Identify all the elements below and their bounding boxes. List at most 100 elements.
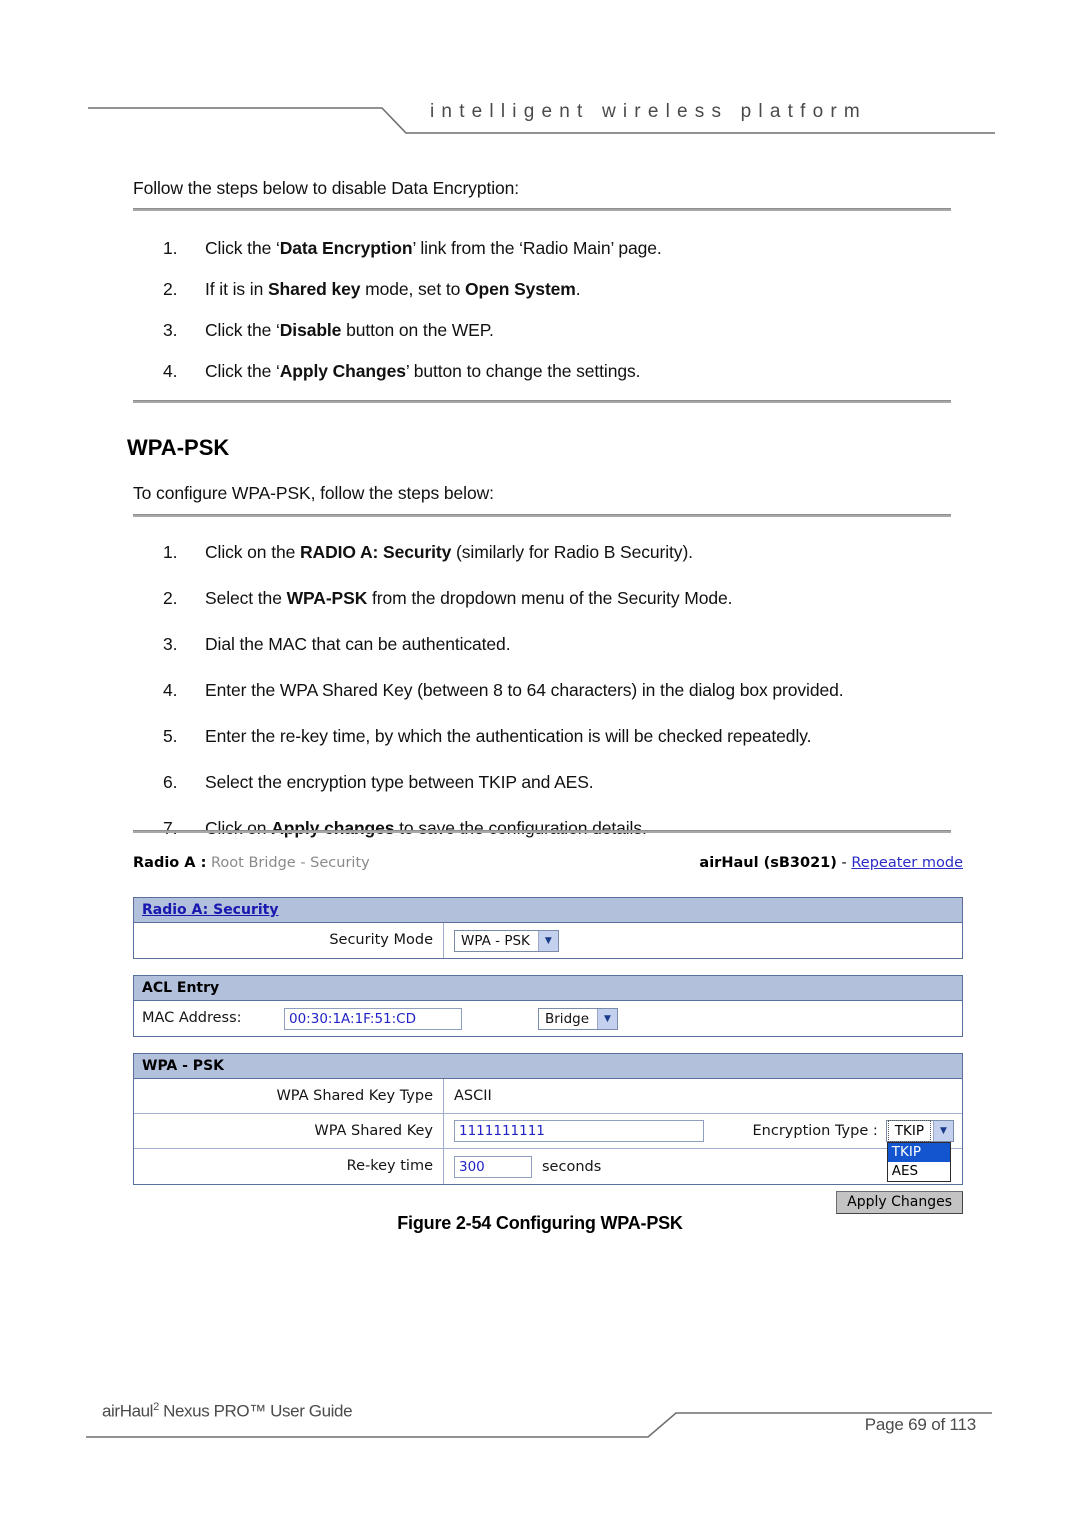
label-wpa-shared-key: WPA Shared Key (134, 1114, 444, 1148)
list-item-number: 1. (163, 238, 178, 258)
row-mac-address: MAC Address: Bridge ▼ (134, 1001, 962, 1036)
page-header: intelligent wireless platform (0, 0, 1080, 150)
list-item-number: 6. (163, 772, 178, 792)
encryption-type-select[interactable]: TKIP ▼ (885, 1120, 954, 1142)
row-wpa-shared-key-type: WPA Shared Key Type ASCII (134, 1079, 962, 1114)
list-item-number: 2. (163, 279, 178, 299)
acl-type-select[interactable]: Bridge ▼ (538, 1007, 619, 1030)
list-item-text: Dial the MAC that can be authenticated. (205, 634, 511, 654)
row-rekey-time: Re-key time seconds (134, 1149, 962, 1184)
list-item: 1. Click on the RADIO A: Security (simila… (163, 542, 843, 563)
wpa-shared-key-input[interactable] (454, 1120, 704, 1142)
wpa-shared-key-type-value: ASCII (454, 1088, 492, 1104)
list-item-number: 7. (163, 818, 178, 838)
section-heading-wpa-psk: WPA-PSK (127, 435, 230, 460)
list-item: 6. Select the encryption type between TKI… (163, 772, 843, 793)
repeater-mode-link[interactable]: Repeater mode (851, 855, 963, 871)
apply-changes-button[interactable]: Apply Changes (836, 1191, 963, 1214)
footer-page-number: Page 69 of 113 (864, 1415, 976, 1434)
divider-1 (133, 208, 951, 211)
apply-button-row: Apply Changes (133, 1191, 963, 1214)
panel-header-wpa-psk: WPA - PSK (134, 1054, 962, 1079)
list-item: 5. Enter the re-key time, by which the au… (163, 726, 843, 747)
list-item: 2. If it is in Shared key mode, set to Op… (163, 279, 662, 300)
steps-configure-wpa-psk: 1. Click on the RADIO A: Security (simila… (163, 542, 844, 864)
section-intro-paragraph: To configure WPA-PSK, follow the steps b… (133, 483, 494, 503)
device-separator: - (836, 855, 852, 871)
field-security-mode: WPA - PSK ▼ (444, 923, 962, 958)
label-mac-address: MAC Address: (142, 1010, 242, 1026)
radio-a-security-link[interactable]: Radio A: Security (142, 902, 278, 918)
list-item: 4. Enter the WPA Shared Key (between 8 to… (163, 680, 844, 701)
breadcrumb-path: Root Bridge - Security (206, 855, 370, 871)
page-footer: airHaul2 Nexus PRO™ User Guide Page 69 o… (0, 1380, 1080, 1470)
list-item-text: Enter the WPA Shared Key (between 8 to 6… (205, 680, 844, 700)
field-mac-address: Bridge ▼ (274, 1001, 962, 1036)
row-security-mode: Security Mode WPA - PSK ▼ (134, 923, 962, 958)
list-item: 7. Click on Apply changes to save the con… (163, 818, 843, 839)
label-rekey-time: Re-key time (134, 1149, 444, 1184)
panel-radio-a-security: Radio A: Security Security Mode WPA - PS… (133, 897, 963, 959)
divider-3 (133, 514, 951, 517)
figure-caption: Figure 2-54 Configuring WPA-PSK (397, 1213, 683, 1233)
list-item-number: 4. (163, 680, 178, 700)
list-item-number: 3. (163, 320, 178, 340)
list-item: 4. Click the ‘Apply Changes’ button to ch… (163, 361, 662, 382)
encryption-type-dropdown-list[interactable]: TKIP AES (886, 1142, 951, 1182)
list-item-text: Click the ‘Disable button on the WEP. (205, 320, 494, 340)
encryption-type-value: TKIP (887, 1120, 931, 1142)
router-titlebar: Radio A : Root Bridge - Security airHaul… (133, 855, 963, 881)
list-item: 3. Dial the MAC that can be authenticated… (163, 634, 843, 655)
panel-wpa-psk: WPA - PSK WPA Shared Key Type ASCII WPA … (133, 1053, 963, 1185)
list-item: 3. Click the ‘Disable button on the WEP. (163, 320, 662, 341)
row-wpa-shared-key: WPA Shared Key Encryption Type : TKIP ▼ … (134, 1114, 962, 1182)
list-item-text: Select the encryption type between TKIP … (205, 772, 594, 792)
label-wpa-shared-key-type: WPA Shared Key Type (134, 1079, 444, 1113)
divider-2 (133, 400, 951, 403)
field-wpa-shared-key: Encryption Type : TKIP ▼ TKIPAES (444, 1114, 962, 1182)
field-wpa-shared-key-type: ASCII (444, 1079, 962, 1113)
footer-product-pre: airHaul (102, 1401, 154, 1421)
rekey-time-unit: seconds (542, 1158, 602, 1175)
device-model-label: airHaul (sB3021) (699, 855, 837, 871)
panel-acl-entry: ACL Entry MAC Address: Bridge ▼ (133, 975, 963, 1037)
chevron-down-icon: ▼ (597, 1008, 618, 1029)
footer-product-name: airHaul2 Nexus PRO™ User Guide (102, 1401, 353, 1422)
divider-4 (133, 830, 951, 833)
list-item-text: Enter the re-key time, by which the auth… (205, 726, 812, 746)
router-config-screenshot: Radio A : Root Bridge - Security airHaul… (133, 855, 963, 1214)
list-item-number: 2. (163, 588, 178, 608)
field-rekey-time: seconds (444, 1149, 962, 1184)
router-device-info: airHaul (sB3021) - Repeater mode (699, 855, 963, 871)
list-item: 1. Click the ‘Data Encryption’ link from … (163, 238, 662, 259)
list-item-text: Select the WPA-PSK from the dropdown men… (205, 588, 733, 608)
header-tagline: intelligent wireless platform (430, 101, 867, 122)
chevron-down-icon: ▼ (933, 1121, 953, 1141)
dropdown-option[interactable]: TKIP (887, 1143, 950, 1162)
steps-disable-encryption: 1. Click the ‘Data Encryption’ link from … (163, 238, 662, 402)
label-encryption-type: Encryption Type : (752, 1123, 878, 1139)
wpa-psk-title: WPA - PSK (142, 1058, 225, 1074)
label-security-mode: Security Mode (134, 923, 444, 958)
mac-address-input[interactable] (284, 1007, 462, 1030)
list-item: 2. Select the WPA-PSK from the dropdown m… (163, 588, 843, 609)
list-item-number: 3. (163, 634, 178, 654)
panel-header-radio-a-security: Radio A: Security (134, 898, 962, 923)
list-item-number: 5. (163, 726, 178, 746)
rekey-time-input[interactable] (454, 1155, 532, 1178)
list-item-text: Click on the RADIO A: Security (similarl… (205, 542, 693, 562)
router-breadcrumb: Radio A : Root Bridge - Security (133, 855, 370, 871)
footer-product-post: Nexus PRO™ User Guide (158, 1401, 353, 1421)
security-mode-select[interactable]: WPA - PSK ▼ (454, 929, 559, 952)
security-mode-value: WPA - PSK (461, 932, 530, 949)
list-item-text: Click on Apply changes to save the confi… (205, 818, 647, 838)
panel-header-acl-entry: ACL Entry (134, 976, 962, 1001)
list-item-number: 4. (163, 361, 178, 381)
list-item-text: Click the ‘Apply Changes’ button to chan… (205, 361, 641, 381)
dropdown-option[interactable]: AES (888, 1162, 950, 1181)
list-item-text: If it is in Shared key mode, set to Open… (205, 279, 581, 299)
acl-type-value: Bridge (545, 1010, 590, 1027)
encryption-type-select-box: TKIP ▼ TKIP AES (885, 1120, 954, 1182)
intro-paragraph: Follow the steps below to disable Data E… (133, 178, 520, 198)
encryption-type-group: Encryption Type : TKIP ▼ TKIP AES (752, 1120, 954, 1182)
